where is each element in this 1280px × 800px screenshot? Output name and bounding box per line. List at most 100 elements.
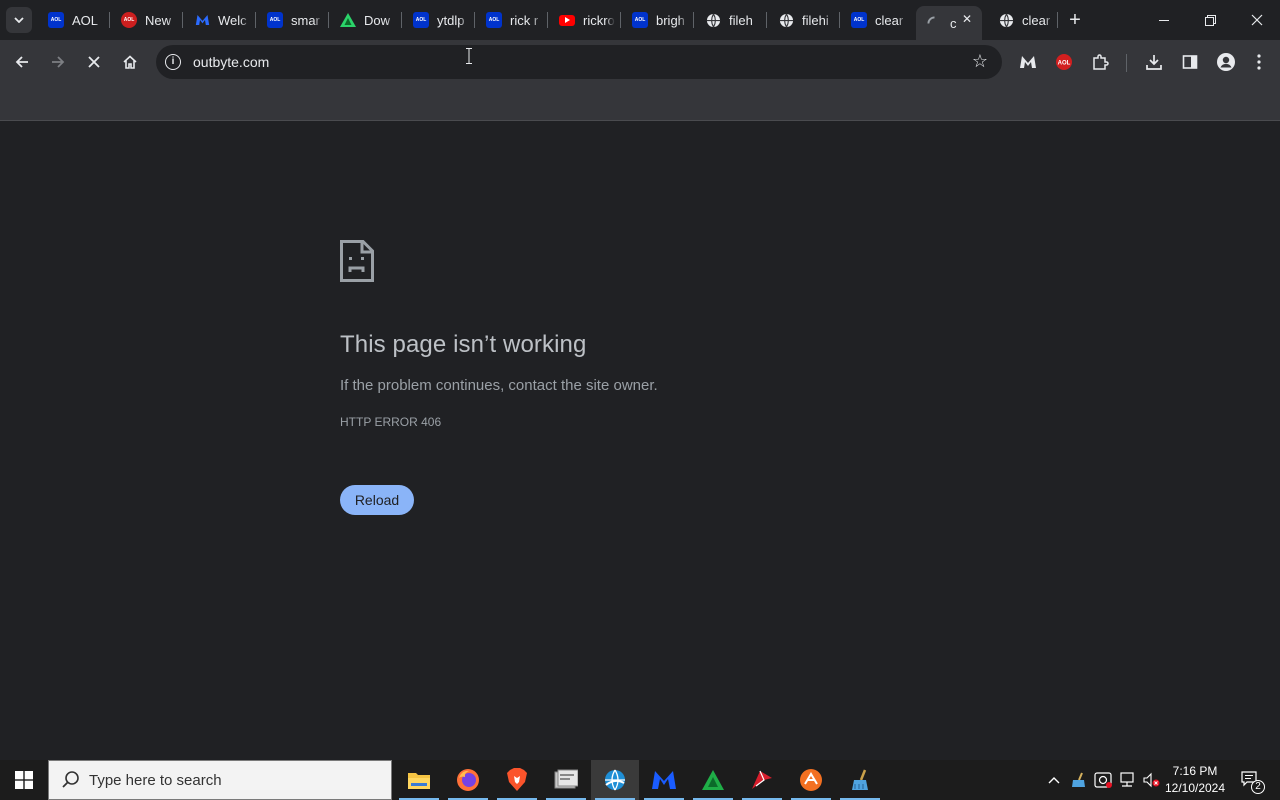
app-window-taskbar-icon[interactable] bbox=[542, 760, 590, 800]
aol-icon: AOL bbox=[48, 12, 64, 28]
youtube-icon bbox=[559, 14, 575, 26]
aol-red-icon: AOL bbox=[121, 12, 137, 28]
taskbar-search-placeholder: Type here to search bbox=[89, 771, 222, 789]
tab-title: filehi bbox=[802, 12, 829, 28]
bookmarks-bar bbox=[0, 84, 1280, 121]
aol-icon: AOL bbox=[267, 12, 283, 28]
address-bar-url[interactable]: outbyte.com bbox=[193, 54, 269, 70]
firefox-taskbar-icon[interactable] bbox=[444, 760, 492, 800]
browser-tab[interactable]: filehi bbox=[768, 6, 841, 34]
browser-globe-taskbar-icon[interactable] bbox=[591, 760, 639, 800]
globe-icon bbox=[705, 12, 721, 28]
close-tab-icon[interactable]: ✕ bbox=[962, 12, 972, 26]
restore-button[interactable] bbox=[1187, 0, 1233, 40]
home-icon bbox=[123, 55, 137, 69]
arrow-left-icon bbox=[15, 56, 28, 68]
tab-title: brigh bbox=[656, 12, 685, 28]
home-button[interactable] bbox=[118, 50, 142, 74]
tab-title: rick r bbox=[510, 12, 539, 28]
globe-icon bbox=[998, 12, 1014, 28]
address-bar[interactable]: i outbyte.com ☆ bbox=[156, 45, 1002, 79]
downloads-button[interactable] bbox=[1142, 50, 1166, 74]
malwarebytes-taskbar-icon[interactable] bbox=[640, 760, 688, 800]
start-button[interactable] bbox=[0, 760, 48, 800]
aol-extension-icon[interactable]: AOL bbox=[1052, 50, 1076, 74]
tab-title: Welc bbox=[218, 12, 247, 28]
bookmark-star-icon[interactable]: ☆ bbox=[972, 51, 988, 72]
browser-toolbar: i outbyte.com ☆ AOL bbox=[0, 40, 1280, 84]
browser-tab[interactable]: AOL clear bbox=[841, 6, 914, 34]
browser-tab[interactable]: fileh bbox=[695, 6, 768, 34]
brave-taskbar-icon[interactable] bbox=[493, 760, 541, 800]
browser-tab[interactable]: AOL AOL bbox=[38, 6, 111, 34]
browser-tab[interactable]: AOL brigh bbox=[622, 6, 695, 34]
show-hidden-icons-button[interactable] bbox=[1044, 760, 1064, 800]
svg-text:AOL: AOL bbox=[1058, 61, 1071, 67]
windows-taskbar: Type here to search 7:16 PM 12/10/2024 2 bbox=[0, 760, 1280, 800]
browser-tab[interactable]: Welc bbox=[184, 6, 257, 34]
aol-icon: AOL bbox=[632, 12, 648, 28]
sad-document-icon bbox=[340, 240, 374, 282]
tab-search-button[interactable] bbox=[6, 7, 32, 33]
tab-title: c bbox=[950, 15, 957, 31]
network-tray-icon[interactable] bbox=[1116, 760, 1138, 800]
browser-tab[interactable]: rickro bbox=[549, 6, 622, 34]
tab-title: Dow bbox=[364, 12, 391, 28]
malwarebytes-icon bbox=[194, 12, 210, 28]
tab-strip: AOL AOL AOL New Welc AOL smar Dow AOL ytdlp AOL ric… bbox=[0, 0, 1280, 40]
orange-app-taskbar-icon[interactable] bbox=[787, 760, 835, 800]
error-page: This page isn’t working If the problem c… bbox=[0, 122, 1280, 760]
clock-time: 7:16 PM bbox=[1172, 764, 1218, 778]
system-clock[interactable]: 7:16 PM 12/10/2024 bbox=[1160, 763, 1230, 797]
browser-tab[interactable]: AOL ytdlp bbox=[403, 6, 476, 34]
aol-icon: AOL bbox=[413, 12, 429, 28]
profile-button[interactable] bbox=[1214, 50, 1238, 74]
back-button[interactable] bbox=[10, 50, 34, 74]
triangle-green-icon bbox=[340, 12, 356, 28]
globe-icon bbox=[778, 12, 794, 28]
tab-title: ytdlp bbox=[437, 12, 465, 28]
new-tab-button[interactable]: + bbox=[1064, 9, 1086, 31]
red-arrow-app-taskbar-icon[interactable] bbox=[738, 760, 786, 800]
tab-title: New bbox=[145, 12, 172, 28]
chevron-down-icon bbox=[14, 17, 24, 23]
clock-date: 12/10/2024 bbox=[1164, 781, 1226, 795]
forward-button[interactable] bbox=[46, 50, 70, 74]
security-tray-icon[interactable] bbox=[1092, 760, 1114, 800]
cleaner-broom-taskbar-icon[interactable] bbox=[836, 760, 884, 800]
triangle-app-taskbar-icon[interactable] bbox=[689, 760, 737, 800]
browser-tab[interactable]: clear bbox=[988, 6, 1061, 34]
extensions-puzzle-icon[interactable] bbox=[1088, 50, 1112, 74]
close-icon bbox=[1251, 14, 1263, 26]
browser-tab[interactable]: c ✕ bbox=[916, 6, 982, 40]
windows-logo-icon bbox=[15, 771, 33, 789]
file-explorer-taskbar-icon[interactable] bbox=[395, 760, 443, 800]
reload-button[interactable]: Reload bbox=[340, 485, 414, 515]
taskbar-search-box[interactable]: Type here to search bbox=[48, 760, 392, 800]
notifications-button[interactable]: 2 bbox=[1234, 760, 1268, 800]
volume-muted-tray-icon[interactable] bbox=[1140, 760, 1162, 800]
profile-icon bbox=[1217, 53, 1235, 71]
site-info-icon[interactable]: i bbox=[165, 54, 181, 70]
malwarebytes-extension-icon[interactable] bbox=[1016, 50, 1040, 74]
cleaner-tray-icon[interactable] bbox=[1068, 760, 1090, 800]
aol-icon: AOL bbox=[486, 12, 502, 28]
aol-icon: AOL bbox=[851, 12, 867, 28]
browser-tab[interactable]: AOL smar bbox=[257, 6, 330, 34]
close-icon bbox=[88, 56, 100, 68]
side-panel-button[interactable] bbox=[1178, 50, 1202, 74]
close-window-button[interactable] bbox=[1234, 0, 1280, 40]
minimize-button[interactable] bbox=[1141, 0, 1187, 40]
restore-icon bbox=[1204, 14, 1216, 26]
browser-tab[interactable]: AOL rick r bbox=[476, 6, 549, 34]
kebab-menu-icon bbox=[1257, 54, 1261, 70]
browser-tab[interactable]: AOL New bbox=[111, 6, 184, 34]
browser-tab[interactable]: Dow bbox=[330, 6, 403, 34]
error-description: If the problem continues, contact the si… bbox=[340, 377, 658, 394]
tab-title: AOL bbox=[72, 12, 99, 28]
tab-title: clear bbox=[875, 12, 904, 28]
stop-loading-button[interactable] bbox=[82, 50, 106, 74]
arrow-right-icon bbox=[52, 56, 65, 68]
tab-title: rickro bbox=[583, 12, 615, 28]
menu-button[interactable] bbox=[1247, 50, 1271, 74]
